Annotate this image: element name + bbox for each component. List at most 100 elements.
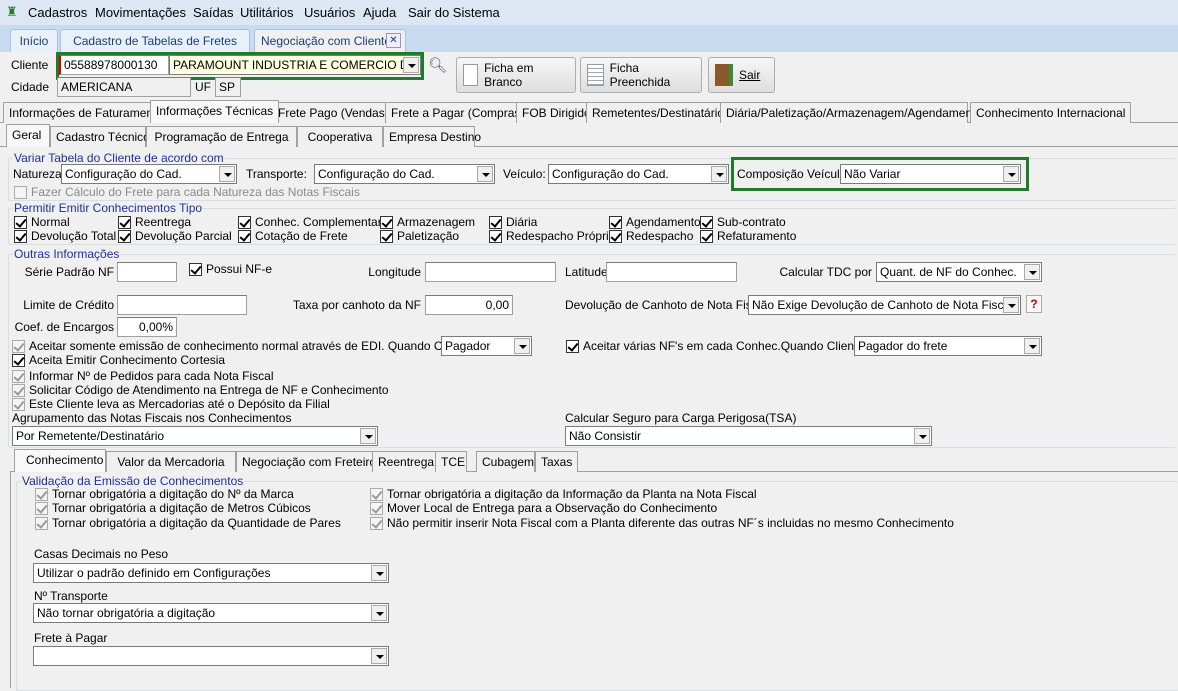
menu-sair[interactable]: Sair do Sistema — [408, 5, 500, 20]
transporte-select[interactable]: Configuração do Cad. Empresas — [314, 164, 495, 184]
deposito-checkbox[interactable]: Este Cliente leva as Mercadorias até o D… — [12, 397, 330, 411]
checkbox[interactable]: Sub-contrato — [700, 215, 786, 229]
help-icon[interactable]: ? — [1026, 295, 1042, 313]
checkbox-box — [12, 339, 25, 353]
tab-informacoes-faturamento[interactable]: Informações de Faturamento — [3, 102, 170, 123]
tab-negociacao-freteiros[interactable]: Negociação com Freteiros — [236, 451, 389, 472]
tab-cadastro-tecnico[interactable]: Cadastro Técnico — [50, 126, 150, 147]
checkbox[interactable]: Normal — [14, 215, 70, 229]
n-transporte-label: Nº Transporte — [34, 589, 108, 603]
seguro-label: Calcular Seguro para Carga Perigosa(TSA) — [565, 411, 797, 425]
devolucao-select[interactable]: Não Exige Devolução de Canhoto de Nota F… — [748, 295, 1021, 315]
ficha-branco-button[interactable]: Ficha em Branco — [456, 57, 576, 93]
composicao-select[interactable]: Não Variar — [840, 164, 1021, 184]
tab-empresa-destino[interactable]: Empresa Destino — [383, 126, 481, 147]
veiculo-select[interactable]: Configuração do Cad. Empresas — [548, 164, 729, 184]
checkbox[interactable]: Agendamento — [609, 215, 701, 229]
menu-saidas[interactable]: Saídas — [193, 5, 233, 20]
checkbox[interactable]: Conhec. Complementar — [238, 215, 382, 229]
edi-checkbox[interactable]: Aceitar somente emissão de conhecimento … — [12, 339, 489, 353]
taxa-input[interactable]: 0,00 — [425, 295, 513, 315]
serie-input[interactable] — [117, 262, 177, 282]
limite-input[interactable] — [117, 295, 247, 315]
tab-remetentes[interactable]: Remetentes/Destinatários — [586, 102, 737, 123]
varias-nf-select[interactable]: Pagador do frete — [854, 336, 1042, 356]
menu-movimentacoes[interactable]: Movimentações — [95, 5, 186, 20]
tab-cooperativa[interactable]: Cooperativa — [297, 126, 383, 147]
checkbox[interactable]: Diária — [489, 215, 537, 229]
checkbox[interactable]: Redespacho — [609, 229, 693, 243]
tab-inicio[interactable]: Início — [10, 29, 58, 52]
checkbox[interactable]: Paletização — [380, 229, 459, 243]
tab-frete-pagar[interactable]: Frete a Pagar (Compras) — [385, 102, 531, 123]
transporte-label: Transporte: — [246, 167, 307, 181]
checkbox-box — [12, 353, 25, 367]
tab-valor-mercadoria[interactable]: Valor da Mercadoria — [106, 451, 236, 472]
tab-fob-dirigido[interactable]: FOB Dirigido — [516, 102, 597, 123]
checkbox[interactable]: Mover Local de Entrega para a Observação… — [370, 501, 717, 515]
longitude-input[interactable] — [425, 262, 556, 282]
tab-frete-pago[interactable]: Frete Pago (Vendas) — [272, 102, 395, 123]
menu-ajuda[interactable]: Ajuda — [363, 5, 396, 20]
search-icon[interactable]: 🔍︎ — [428, 56, 447, 74]
seguro-select[interactable]: Não Consistir — [565, 426, 932, 446]
tdc-select[interactable]: Quant. de NF do Conhec. — [876, 262, 1042, 282]
checkbox-box — [12, 383, 25, 397]
checkbox[interactable]: Tornar obrigatória a digitação da Quanti… — [35, 516, 341, 530]
tab-cadastro-tabelas[interactable]: Cadastro de Tabelas de Fretes — [60, 29, 250, 52]
pedidos-checkbox[interactable]: Informar Nº de Pedidos para cada Nota Fi… — [12, 369, 274, 383]
checkbox[interactable]: Reentrega — [118, 215, 191, 229]
varias-nf-checkbox[interactable]: Aceitar várias NF's em cada Conhec.Quand… — [566, 339, 881, 353]
casas-decimais-select[interactable]: Utilizar o padrão definido em Configuraç… — [33, 563, 389, 583]
menu-cadastros[interactable]: Cadastros — [28, 5, 87, 20]
checkbox[interactable]: Devolução Total — [14, 229, 116, 243]
checkbox-box — [35, 516, 48, 530]
tab-cubagem[interactable]: Cubagem — [476, 451, 535, 472]
tab-conhecimento[interactable]: Conhecimento — [14, 449, 106, 472]
checkbox[interactable]: Refaturamento — [700, 229, 796, 243]
tab-negociacao-cliente[interactable]: Negociação com Cliente ✕ — [254, 29, 406, 52]
tab-diaria[interactable]: Diária/Paletização/Armazenagem/Agendamen… — [720, 102, 982, 123]
tab-programacao-entrega[interactable]: Programação de Entrega — [146, 126, 297, 147]
sair-button[interactable]: Sair — [708, 57, 775, 93]
natureza-label: Natureza: — [13, 167, 66, 181]
chevron-down-icon — [477, 166, 493, 182]
codigo-checkbox[interactable]: Solicitar Código de Atendimento na Entre… — [12, 383, 389, 397]
tab-taxas[interactable]: Taxas — [535, 451, 579, 472]
checkbox-box — [489, 215, 502, 229]
frete-pagar-select[interactable] — [33, 646, 389, 666]
checkbox[interactable]: Tornar obrigatória a digitação da Inform… — [370, 487, 757, 501]
tab-informacoes-tecnicas[interactable]: Informações Técnicas — [150, 100, 280, 123]
tab-reentrega[interactable]: Reentrega — [372, 451, 441, 472]
latitude-input[interactable] — [606, 262, 737, 282]
coef-input[interactable]: 0,00% — [117, 317, 177, 337]
checkbox-label: Aceitar várias NF's em cada Conhec.Quand… — [583, 339, 882, 353]
checkbox-box — [489, 229, 502, 243]
n-transporte-select[interactable]: Não tornar obrigatória a digitação — [33, 603, 389, 623]
ficha-preenchida-button[interactable]: Ficha Preenchida — [580, 57, 702, 93]
checkbox[interactable]: Tornar obrigatória a digitação de Metros… — [35, 501, 311, 515]
checkbox[interactable]: Não permitir inserir Nota Fiscal com a P… — [370, 516, 954, 530]
checkbox-box — [118, 215, 131, 229]
tab-conhecimento-internacional[interactable]: Conhecimento Internacional — [970, 102, 1132, 123]
tab-tce[interactable]: TCE — [435, 451, 467, 472]
menu-usuarios[interactable]: Usuários — [304, 5, 355, 20]
edi-select[interactable]: Pagador — [441, 336, 532, 356]
cortesia-checkbox[interactable]: Aceita Emitir Conhecimento Cortesia — [12, 353, 225, 367]
fazer-calculo-checkbox[interactable]: Fazer Cálculo do Frete para cada Naturez… — [14, 185, 360, 199]
checkbox[interactable]: Armazenagem — [380, 215, 475, 229]
checkbox[interactable]: Devolução Parcial — [118, 229, 232, 243]
possui-nfe-checkbox[interactable]: Possui NF-e — [189, 262, 272, 276]
natureza-select[interactable]: Configuração do Cad. Empresas — [61, 164, 237, 184]
checkbox[interactable]: Cotação de Frete — [238, 229, 348, 243]
menu-utilitarios[interactable]: Utilitários — [240, 5, 293, 20]
checkbox[interactable]: Tornar obrigatória a digitação do Nº da … — [35, 487, 294, 501]
close-icon[interactable]: ✕ — [386, 33, 401, 48]
checkbox-box — [238, 215, 251, 229]
cliente-name-combo[interactable]: PARAMOUNT INDUSTRIA E COMERCIO DE PLAST — [169, 55, 421, 75]
checkbox[interactable]: Redespacho Próprio — [489, 229, 615, 243]
tab-geral[interactable]: Geral — [6, 124, 50, 147]
group-title: Outras Informações — [13, 247, 121, 261]
agrupamento-select[interactable]: Por Remetente/Destinatário — [12, 426, 378, 446]
cliente-code-input[interactable]: 05588978000130 — [59, 55, 169, 75]
